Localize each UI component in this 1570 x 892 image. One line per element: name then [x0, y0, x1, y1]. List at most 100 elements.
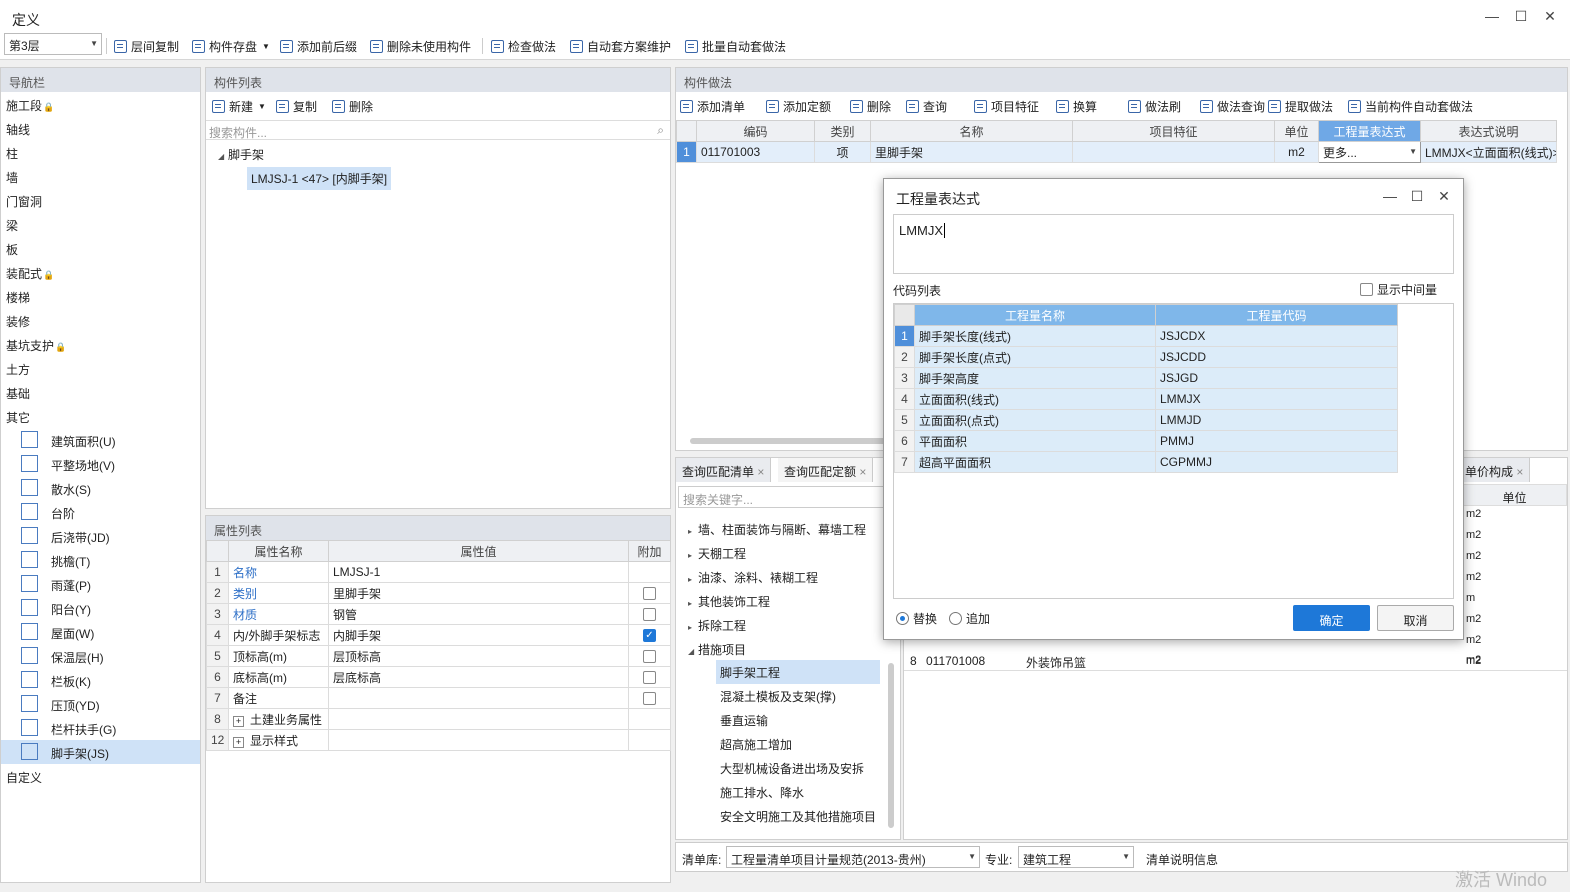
quantity-code[interactable]: LMMJD [1155, 409, 1398, 431]
quantity-code[interactable]: JSJGD [1155, 367, 1398, 389]
method-cell[interactable]: 1 [676, 141, 697, 163]
maximize-button[interactable]: ☐ [1408, 188, 1426, 204]
method-tool-button[interactable]: 当前构件自动套做法 [1348, 98, 1473, 114]
nav-sub-item[interactable]: 屋面(W) [1, 620, 200, 644]
tree-node[interactable]: ▸ 拆除工程 [688, 612, 746, 636]
property-value[interactable]: 层顶标高 [328, 645, 629, 667]
quantity-code[interactable]: JSJCDX [1155, 325, 1398, 347]
table-row[interactable]: 7 超高平面面积 CGPMMJ [894, 451, 1398, 473]
nav-item[interactable]: 门窗洞 [1, 188, 200, 212]
tree-node[interactable]: ◢ 措施项目 [688, 636, 746, 660]
method-cell[interactable]: m2 [1274, 141, 1319, 163]
table-row[interactable]: 8 011701008 外装饰吊篮 m2 [904, 650, 1567, 671]
table-row[interactable]: 3 脚手架高度 JSJGD [894, 367, 1398, 389]
close-button[interactable]: ✕ [1435, 188, 1453, 204]
tree-node[interactable]: 施工排水、降水 [716, 780, 880, 804]
quantity-name[interactable]: 脚手架长度(线式) [914, 325, 1156, 347]
tree-node[interactable]: 大型机械设备进出场及安拆 [716, 756, 880, 780]
component-search-input[interactable]: 搜索构件... ⌕ [206, 120, 670, 140]
method-cell[interactable] [1072, 141, 1275, 163]
method-cell[interactable]: 更多... ▼ [1318, 141, 1421, 163]
method-cell[interactable]: 里脚手架 [870, 141, 1073, 163]
method-cell[interactable]: 011701003 [696, 141, 815, 163]
table-row[interactable]: 5 立面面积(点式) LMMJD [894, 409, 1398, 431]
v-scrollbar[interactable] [888, 663, 894, 828]
table-row[interactable]: 5 顶标高(m) 层顶标高 [206, 645, 671, 667]
checkbox[interactable] [1360, 283, 1373, 296]
quantity-name[interactable]: 超高平面面积 [914, 451, 1156, 473]
quantity-name[interactable]: 脚手架长度(点式) [914, 346, 1156, 368]
nav-sub-item[interactable]: 栏板(K) [1, 668, 200, 692]
extra-checkbox[interactable] [643, 650, 656, 664]
expand-icon[interactable]: + [233, 715, 244, 727]
nav-sub-item[interactable]: 脚手架(JS) [1, 740, 200, 764]
close-icon[interactable]: × [757, 465, 764, 479]
nav-item[interactable]: 施工段🔒 [1, 92, 200, 116]
tree-node[interactable]: 脚手架工程 [716, 660, 880, 684]
method-tool-button[interactable]: 项目特征 [974, 98, 1039, 114]
table-row[interactable]: 1 名称 LMJSJ-1 [206, 561, 671, 583]
extra-checkbox[interactable] [643, 587, 656, 601]
keyword-search-input[interactable]: 搜索关键字... [678, 486, 888, 508]
quantity-code[interactable]: CGPMMJ [1155, 451, 1398, 473]
nav-sub-item[interactable]: 散水(S) [1, 476, 200, 500]
tab-unit-price[interactable]: 单价构成 × [1458, 458, 1531, 482]
nav-sub-item[interactable]: 阳台(Y) [1, 596, 200, 620]
nav-item[interactable]: 装修 [1, 308, 200, 332]
method-tool-button[interactable]: 做法刷 [1128, 98, 1181, 114]
nav-sub-item[interactable]: 台阶 [1, 500, 200, 524]
tree-node[interactable]: 垂直运输 [716, 708, 880, 732]
nav-item[interactable]: 柱 [1, 140, 200, 164]
method-tool-button[interactable]: 添加清单 [680, 98, 745, 114]
table-row[interactable]: 8 + 土建业务属性 [206, 708, 671, 730]
show-intermediate-checkbox[interactable]: 显示中间量 [1360, 281, 1437, 298]
close-icon[interactable]: × [1516, 465, 1523, 479]
table-row[interactable]: 6 平面面积 PMMJ [894, 430, 1398, 452]
floor-select[interactable]: 第3层 ▼ [4, 33, 102, 55]
close-icon[interactable]: × [859, 465, 866, 479]
nav-sub-item[interactable]: 雨蓬(P) [1, 572, 200, 596]
table-row[interactable]: 12 + 显示样式 [206, 729, 671, 751]
property-value[interactable] [328, 729, 629, 751]
table-row[interactable]: 4 立面面积(线式) LMMJX [894, 388, 1398, 410]
ok-button[interactable]: 确定 [1293, 605, 1370, 631]
cancel-button[interactable]: 取消 [1377, 605, 1454, 631]
auto-scheme-button[interactable]: 自动套方案维护 [570, 38, 671, 54]
component-item[interactable]: LMJSJ-1 <47> [内脚手架] [247, 167, 392, 190]
nav-sub-item[interactable]: 压顶(YD) [1, 692, 200, 716]
tab-query-list[interactable]: 查询匹配清单 × [676, 458, 772, 482]
h-scrollbar[interactable] [690, 438, 890, 444]
tree-node[interactable]: 超高施工增加 [716, 732, 880, 756]
table-row[interactable]: 7 备注 [206, 687, 671, 709]
append-radio[interactable]: 追加 [949, 610, 990, 627]
nav-item[interactable]: 土方 [1, 356, 200, 380]
method-tool-button[interactable]: 删除 [850, 98, 891, 114]
property-value[interactable] [328, 687, 629, 709]
method-tool-button[interactable]: 换算 [1056, 98, 1097, 114]
component-save-button[interactable]: 构件存盘 ▼ [192, 38, 270, 54]
nav-item[interactable]: 其它 [1, 404, 200, 428]
tree-node[interactable]: ▸ 油漆、涂料、裱糊工程 [688, 564, 818, 588]
method-tool-button[interactable]: 提取做法 [1268, 98, 1333, 114]
quantity-name[interactable]: 立面面积(点式) [914, 409, 1156, 431]
table-row[interactable]: 4 内/外脚手架标志 内脚手架 ✓ [206, 624, 671, 646]
property-value[interactable] [328, 708, 629, 730]
property-value[interactable]: 层底标高 [328, 666, 629, 688]
check-method-button[interactable]: 检查做法 [491, 38, 556, 54]
nav-item[interactable]: 基础 [1, 380, 200, 404]
table-row[interactable]: 2 脚手架长度(点式) JSJCDD [894, 346, 1398, 368]
tab-query-quota[interactable]: 查询匹配定额 × [778, 458, 874, 482]
tree-node[interactable]: ▸ 天棚工程 [688, 540, 746, 564]
nav-sub-item[interactable]: 建筑面积(U) [1, 428, 200, 452]
tree-node[interactable]: ▸ 其他装饰工程 [688, 588, 770, 612]
table-row[interactable]: 6 底标高(m) 层底标高 [206, 666, 671, 688]
table-row[interactable]: 2 类别 里脚手架 [206, 582, 671, 604]
close-button[interactable]: ✕ [1541, 8, 1559, 24]
quantity-code[interactable]: LMMJX [1155, 388, 1398, 410]
method-cell[interactable]: LMMJX<立面面积(线式)> [1420, 141, 1557, 163]
nav-item[interactable]: 墙 [1, 164, 200, 188]
extra-checkbox[interactable] [643, 671, 656, 685]
method-tool-button[interactable]: 做法查询 [1200, 98, 1265, 114]
tree-root[interactable]: ◢ 脚手架 [218, 146, 264, 163]
extra-checkbox[interactable]: ✓ [643, 629, 656, 643]
